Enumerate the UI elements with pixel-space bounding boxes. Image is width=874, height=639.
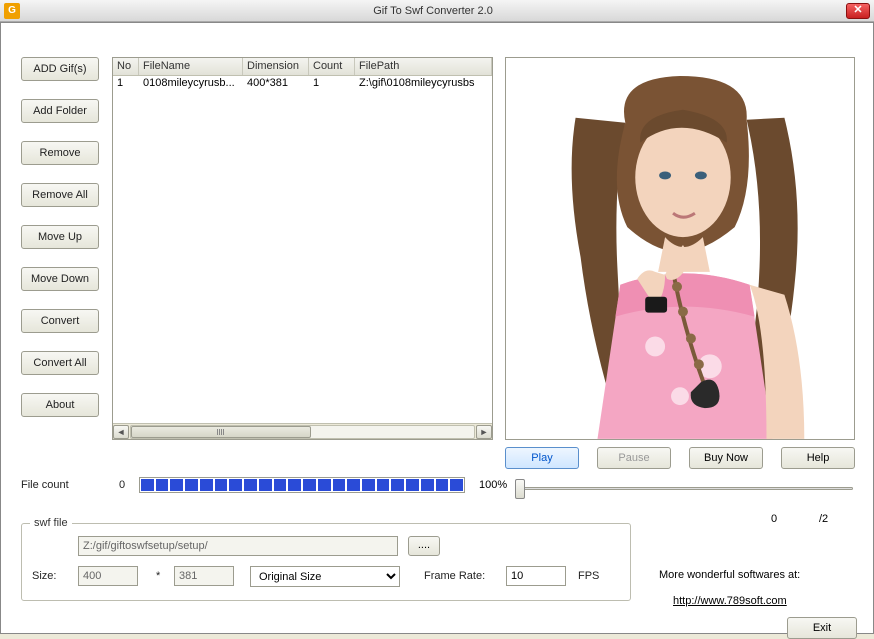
frame-slider-thumb[interactable] — [515, 479, 525, 499]
fps-label: FPS — [578, 570, 599, 582]
progress-segment — [406, 479, 419, 491]
progress-segment — [333, 479, 346, 491]
frame-max: /2 — [819, 513, 828, 525]
exit-button[interactable]: Exit — [787, 617, 857, 639]
progress-segment — [288, 479, 301, 491]
table-header: No FileName Dimension Count FilePath — [113, 58, 492, 76]
cell-no: 1 — [113, 76, 139, 92]
move-up-button[interactable]: Move Up — [21, 225, 99, 249]
softwares-link[interactable]: http://www.789soft.com — [673, 595, 787, 607]
progress-segment — [215, 479, 228, 491]
help-button[interactable]: Help — [781, 447, 855, 469]
progress-segment — [436, 479, 449, 491]
cell-filepath: Z:\gif\0108mileycyrusbs — [355, 76, 492, 92]
add-gif-button[interactable]: ADD Gif(s) — [21, 57, 99, 81]
col-filename[interactable]: FileName — [139, 58, 243, 75]
col-count[interactable]: Count — [309, 58, 355, 75]
col-filepath[interactable]: FilePath — [355, 58, 492, 75]
app-icon: G — [4, 3, 20, 19]
output-path-input[interactable] — [78, 536, 398, 556]
table-hscrollbar[interactable]: ◄ ► — [113, 423, 492, 439]
scroll-track[interactable] — [130, 425, 475, 439]
window-title: Gif To Swf Converter 2.0 — [20, 5, 846, 17]
progress-percent: 100% — [479, 479, 507, 491]
frame-slider-track[interactable] — [519, 487, 853, 490]
progress-segment — [185, 479, 198, 491]
file-count-label: File count — [21, 479, 69, 491]
pause-button: Pause — [597, 447, 671, 469]
scroll-left-icon[interactable]: ◄ — [113, 425, 129, 439]
convert-button[interactable]: Convert — [21, 309, 99, 333]
times-label: * — [156, 570, 160, 582]
progress-segment — [347, 479, 360, 491]
more-softwares-label: More wonderful softwares at: — [659, 569, 800, 581]
progress-segment — [450, 479, 463, 491]
progress-bar — [139, 477, 465, 493]
swf-groupbox: swf file .... Size: * Original Size Fram… — [21, 523, 631, 601]
table-body[interactable]: 1 0108mileycyrusb... 400*381 1 Z:\gif\01… — [113, 76, 492, 423]
about-button[interactable]: About — [21, 393, 99, 417]
progress-segment — [170, 479, 183, 491]
progress-segment — [229, 479, 242, 491]
width-input[interactable] — [78, 566, 138, 586]
progress-segment — [244, 479, 257, 491]
progress-segment — [303, 479, 316, 491]
play-button[interactable]: Play — [505, 447, 579, 469]
frame-current: 0 — [771, 513, 777, 525]
progress-segment — [141, 479, 154, 491]
add-folder-button[interactable]: Add Folder — [21, 99, 99, 123]
client-area: ADD Gif(s) Add Folder Remove Remove All … — [0, 22, 874, 634]
progress-segment — [200, 479, 213, 491]
frame-rate-input[interactable] — [506, 566, 566, 586]
browse-button[interactable]: .... — [408, 536, 440, 556]
convert-all-button[interactable]: Convert All — [21, 351, 99, 375]
file-count-value: 0 — [119, 479, 125, 491]
col-no[interactable]: No — [113, 58, 139, 75]
progress-segment — [274, 479, 287, 491]
frame-rate-label: Frame Rate: — [424, 570, 485, 582]
progress-segment — [362, 479, 375, 491]
remove-button[interactable]: Remove — [21, 141, 99, 165]
size-label: Size: — [32, 570, 56, 582]
col-dimension[interactable]: Dimension — [243, 58, 309, 75]
cell-dimension: 400*381 — [243, 76, 309, 92]
progress-segment — [259, 479, 272, 491]
progress-segment — [391, 479, 404, 491]
progress-segment — [318, 479, 331, 491]
swf-legend: swf file — [30, 517, 72, 529]
move-down-button[interactable]: Move Down — [21, 267, 99, 291]
file-table: No FileName Dimension Count FilePath 1 0… — [112, 57, 493, 440]
progress-segment — [377, 479, 390, 491]
cell-filename: 0108mileycyrusb... — [139, 76, 243, 92]
scroll-thumb[interactable] — [131, 426, 311, 438]
height-input[interactable] — [174, 566, 234, 586]
buy-now-button[interactable]: Buy Now — [689, 447, 763, 469]
preview-image — [506, 58, 854, 439]
size-mode-select[interactable]: Original Size — [250, 566, 400, 587]
table-row[interactable]: 1 0108mileycyrusb... 400*381 1 Z:\gif\01… — [113, 76, 492, 92]
cell-count: 1 — [309, 76, 355, 92]
preview-pane — [505, 57, 855, 440]
close-button[interactable]: ✕ — [846, 3, 870, 19]
remove-all-button[interactable]: Remove All — [21, 183, 99, 207]
progress-segment — [421, 479, 434, 491]
progress-segment — [156, 479, 169, 491]
titlebar: G Gif To Swf Converter 2.0 ✕ — [0, 0, 874, 22]
scroll-right-icon[interactable]: ► — [476, 425, 492, 439]
